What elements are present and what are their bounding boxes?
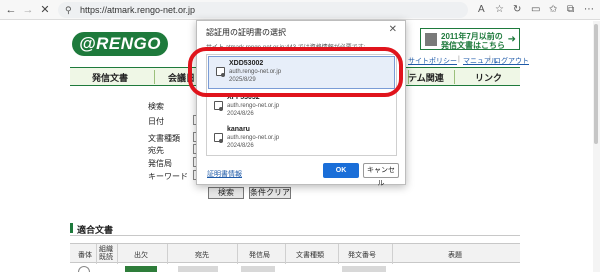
date-label: 日付: [148, 117, 164, 126]
col-divider: [237, 244, 238, 264]
split-screen-icon[interactable]: ▭: [531, 3, 540, 17]
col-header[interactable]: 組織 既読: [99, 246, 113, 262]
search-button[interactable]: 検索: [208, 187, 244, 199]
dialog-title: 認証用の証明書の選択: [206, 28, 286, 37]
sender-label: 発信局: [148, 159, 172, 168]
banner-line-2: 発信文書はこちら: [441, 41, 505, 50]
browser-toolbar: ← → ✕ ⚲ https://atmark.rengo-net.or.jp A…: [0, 0, 600, 20]
back-icon[interactable]: ←: [4, 3, 18, 17]
certificate-name: kanaru: [227, 126, 250, 133]
clear-button[interactable]: 条件クリア: [249, 187, 291, 199]
certificate-name: XFF53032: [227, 94, 260, 101]
page-scrollbar-thumb[interactable]: [594, 24, 598, 144]
certificate-list: XDD53002 auth.rengo-net.or.jp 2025/8/29 …: [206, 54, 397, 156]
certificate-issuer: auth.rengo-net.or.jp: [227, 135, 280, 141]
destination-label: 宛先: [148, 146, 164, 155]
results-title: 適合文書: [77, 225, 114, 235]
col-header-line1: 組織: [99, 246, 113, 253]
menu-divider: [154, 70, 155, 84]
col-header[interactable]: 発文番号: [348, 250, 376, 260]
certificate-item[interactable]: XDD53002 auth.rengo-net.or.jp 2025/8/29: [208, 56, 395, 89]
results-section-header: 適合文書: [70, 221, 520, 236]
col-divider: [167, 244, 168, 264]
stop-icon[interactable]: ✕: [38, 3, 52, 17]
section-marker: [70, 223, 73, 233]
close-icon[interactable]: ✕: [389, 25, 397, 35]
cancel-button[interactable]: キャンセル: [363, 163, 399, 187]
certificate-icon: [216, 67, 225, 77]
col-header[interactable]: 出欠: [134, 250, 148, 260]
menu-item-links[interactable]: リンク: [475, 71, 502, 84]
row-attendance-badge: [125, 266, 157, 272]
refresh-icon[interactable]: ↻: [513, 3, 521, 17]
site-info-icon[interactable]: ⚲: [65, 4, 72, 16]
col-header[interactable]: 番体: [78, 250, 92, 260]
arrow-right-icon: ➜: [507, 34, 516, 45]
url-text: https://atmark.rengo-net.or.jp: [80, 5, 196, 15]
menu-item-documents[interactable]: 発信文書: [92, 71, 128, 84]
row-number: [342, 266, 386, 272]
certificate-issuer: auth.rengo-net.or.jp: [227, 103, 280, 109]
certificate-date: 2025/8/29: [229, 77, 256, 83]
forward-icon[interactable]: →: [21, 3, 35, 17]
col-divider: [117, 244, 118, 264]
col-header-line2: 既読: [99, 254, 113, 261]
favorite-icon[interactable]: ☆: [495, 3, 504, 17]
certificate-item[interactable]: kanaru auth.rengo-net.or.jp 2024/8/26: [207, 123, 396, 156]
certificate-issuer: auth.rengo-net.or.jp: [229, 69, 282, 75]
document-icon: [425, 33, 437, 46]
collections-icon[interactable]: ⧉: [567, 3, 574, 17]
col-header[interactable]: 宛先: [195, 250, 209, 260]
address-bar[interactable]: ⚲ https://atmark.rengo-net.or.jp: [58, 2, 468, 18]
certificate-icon: [214, 133, 223, 143]
link-manual[interactable]: マニュアル: [463, 56, 498, 66]
row-destination: [178, 266, 218, 272]
link-logout[interactable]: ログアウト: [494, 56, 529, 66]
table-row[interactable]: [70, 266, 520, 272]
certificate-name: XDD53002: [229, 60, 264, 67]
col-divider: [96, 244, 97, 264]
col-divider: [392, 244, 393, 264]
search-label: 検索: [148, 102, 164, 111]
favorites-bar-icon[interactable]: ✩: [549, 3, 557, 17]
row-status-icon: [78, 266, 90, 272]
keyword-label: キーワード: [148, 172, 188, 181]
menu-item-system[interactable]: テム関連: [408, 71, 444, 84]
col-header[interactable]: 発信局: [249, 250, 270, 260]
read-aloud-icon[interactable]: A: [478, 3, 485, 17]
menu-item-meetings[interactable]: 会議日: [168, 71, 195, 84]
link-separator: |: [458, 56, 460, 63]
certificate-icon: [214, 101, 223, 111]
row-sender: [241, 266, 275, 272]
site-logo[interactable]: @RENGO: [72, 32, 168, 56]
certificate-date: 2024/8/26: [227, 111, 254, 117]
doc-type-label: 文書種類: [148, 134, 180, 143]
link-separator: |: [489, 56, 491, 63]
link-site-policy[interactable]: サイトポリシー: [408, 56, 457, 66]
col-divider: [285, 244, 286, 264]
more-options-icon[interactable]: ⋯: [584, 3, 594, 17]
archive-banner[interactable]: 2011年7月以前の 発信文書はこちら ➜: [420, 28, 520, 50]
certificate-item[interactable]: XFF53032 auth.rengo-net.or.jp 2024/8/26: [207, 91, 396, 124]
ok-button[interactable]: OK: [323, 163, 359, 178]
certificate-dialog: 認証用の証明書の選択 ✕ サイト atmark.rengo-net.or.jp:…: [196, 20, 406, 187]
col-divider: [338, 244, 339, 264]
menu-divider: [454, 70, 455, 84]
col-header[interactable]: 文書種類: [296, 250, 324, 260]
certificate-info-link[interactable]: 証明書情報: [207, 169, 242, 179]
certificate-date: 2024/8/26: [227, 143, 254, 149]
col-header[interactable]: 表題: [448, 250, 462, 260]
results-table-header: 番体 組織 既読 出欠 宛先 発信局 文書種類 発文番号 表題: [70, 243, 520, 264]
dialog-subtitle: サイト atmark.rengo-net.or.jp:443 では資格情報が必要…: [206, 45, 366, 51]
